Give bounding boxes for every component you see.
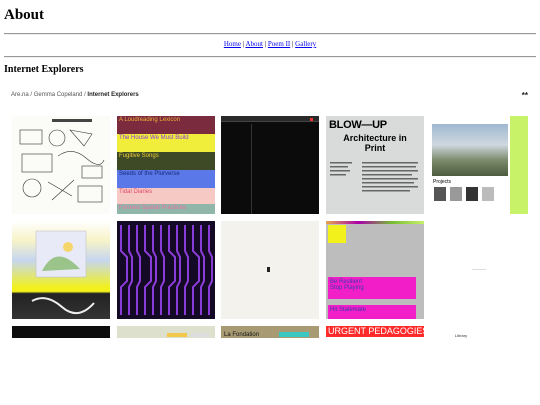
breadcrumb: Are.na / Gemma Copeland / Internet Explo… bbox=[11, 92, 139, 98]
urgent-banner: URGENT PEDAGOGIES bbox=[326, 326, 424, 337]
nav-poem-ii-link[interactable]: Poem II bbox=[268, 40, 290, 48]
divider-top bbox=[4, 33, 536, 35]
sidebar-strip bbox=[510, 116, 528, 214]
channel-block-fondation[interactable]: La Fondation bbox=[221, 326, 319, 338]
pattern-stroke bbox=[184, 225, 189, 315]
pattern-stroke bbox=[192, 225, 200, 315]
pattern-stroke bbox=[136, 225, 141, 315]
pink-block-1: Be Resilient Stop Playing bbox=[328, 277, 416, 299]
nav-about-link[interactable]: About bbox=[245, 40, 263, 48]
projects-caption: Projects bbox=[433, 179, 452, 185]
channel-block-library[interactable]: Library bbox=[430, 326, 528, 338]
pattern-stroke bbox=[168, 225, 176, 315]
main-nav: Home | About | Poem II | Gallery bbox=[0, 40, 540, 48]
color-list-item: Formed Spatial Practices bbox=[117, 204, 215, 214]
pattern-stroke bbox=[152, 225, 157, 315]
section-heading: Internet Explorers bbox=[4, 64, 84, 75]
color-list-item: Seeds of the Plurverse bbox=[117, 170, 215, 188]
channel-block-dark-site[interactable] bbox=[221, 116, 319, 214]
pattern-stroke bbox=[120, 225, 128, 315]
breadcrumb-arena[interactable]: Are.na bbox=[11, 92, 29, 98]
channel-block-projects[interactable]: Projects bbox=[430, 116, 528, 214]
channel-block-green-ui[interactable] bbox=[117, 326, 215, 338]
figure-icon bbox=[267, 267, 270, 272]
channel-block-dark-2[interactable] bbox=[12, 326, 110, 338]
breadcrumb-user[interactable]: Gemma Copeland bbox=[34, 92, 83, 98]
channel-block-minimal[interactable] bbox=[221, 221, 319, 319]
pink-block-2: Hit Stalemate bbox=[328, 305, 416, 319]
channel-block-blank[interactable] bbox=[430, 221, 528, 319]
pattern-stroke bbox=[208, 225, 213, 315]
landscape-photo bbox=[432, 124, 508, 176]
divider-bottom bbox=[4, 56, 536, 58]
blow-up-subtitle: Architecture in Print bbox=[343, 133, 407, 153]
channel-block-blow-up[interactable]: BLOW—UP Architecture in Print bbox=[326, 116, 424, 214]
channel-block-purple-pattern[interactable] bbox=[117, 221, 215, 319]
pattern-stroke bbox=[144, 225, 152, 315]
yellow-square bbox=[328, 225, 346, 243]
nav-gallery-link[interactable]: Gallery bbox=[295, 40, 316, 48]
menu-icon[interactable]: ** bbox=[522, 91, 528, 100]
pattern-stroke bbox=[128, 225, 133, 315]
breadcrumb-sep: / bbox=[30, 92, 33, 98]
blow-up-title: BLOW—UP bbox=[329, 119, 387, 131]
color-list-item: Tidal Diaries bbox=[117, 188, 215, 204]
embedded-channel-frame[interactable]: Are.na / Gemma Copeland / Internet Explo… bbox=[4, 82, 536, 338]
pattern-stroke bbox=[176, 225, 181, 315]
color-list-item: Fugitive Songs bbox=[117, 152, 215, 170]
breadcrumb-sep: / bbox=[84, 92, 86, 98]
channel-block-pink-bars[interactable]: Be Resilient Stop Playing Hit Stalemate bbox=[326, 221, 424, 319]
channel-block-urgent-pedagogies[interactable]: URGENT PEDAGOGIES bbox=[326, 326, 424, 338]
nav-home-link[interactable]: Home bbox=[224, 40, 241, 48]
channel-block-sketches[interactable] bbox=[12, 116, 110, 214]
library-label: Library bbox=[454, 333, 468, 338]
nav-separator: | bbox=[242, 40, 245, 48]
color-list-item: The House We Must Build bbox=[117, 134, 215, 152]
channel-block-illustration[interactable] bbox=[12, 221, 110, 319]
channel-block-color-list[interactable]: A Loudreading Lexicon The House We Must … bbox=[117, 116, 215, 214]
pattern-stroke bbox=[160, 225, 165, 315]
page-title: About bbox=[4, 7, 45, 23]
nav-separator: | bbox=[292, 40, 294, 48]
pattern-stroke bbox=[200, 225, 205, 315]
color-list-item: A Loudreading Lexicon bbox=[117, 116, 215, 134]
breadcrumb-channel[interactable]: Internet Explorers bbox=[87, 92, 138, 98]
nav-separator: | bbox=[264, 40, 267, 48]
fondation-title: La Fondation bbox=[224, 332, 260, 338]
